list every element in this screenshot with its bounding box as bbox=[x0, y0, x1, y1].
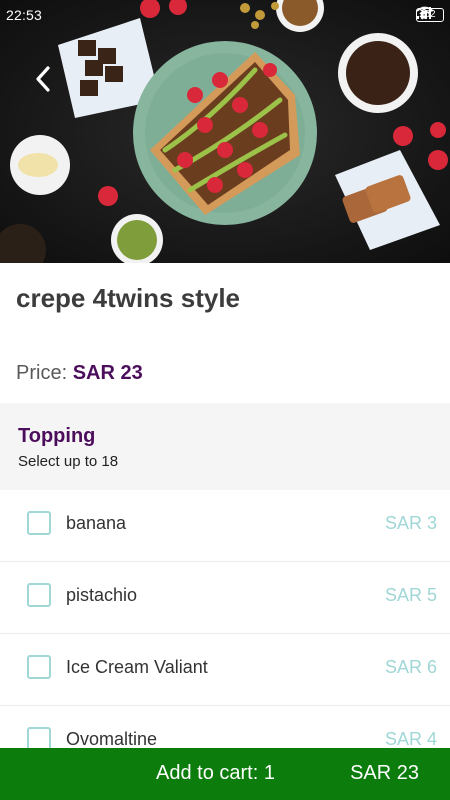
topping-option-banana[interactable]: banana SAR 3 bbox=[0, 490, 450, 562]
checkbox[interactable] bbox=[27, 655, 51, 679]
option-price: SAR 4 bbox=[384, 729, 437, 749]
cart-total: SAR 23 bbox=[350, 762, 419, 784]
checkbox[interactable] bbox=[27, 511, 51, 535]
option-name: Ovomaltine bbox=[66, 729, 158, 749]
option-name: banana bbox=[66, 513, 127, 533]
back-button[interactable] bbox=[26, 58, 66, 102]
status-icons: 62 bbox=[412, 6, 444, 24]
topping-option-ice-cream-valiant[interactable]: Ice Cream Valiant SAR 6 bbox=[0, 634, 450, 706]
option-price: SAR 5 bbox=[384, 585, 437, 605]
price-label: Price: bbox=[16, 362, 68, 384]
topping-subtitle: Select up to 18 bbox=[18, 453, 119, 470]
checkbox[interactable] bbox=[27, 583, 51, 607]
option-price: SAR 3 bbox=[384, 513, 437, 533]
option-name: Ice Cream Valiant bbox=[66, 657, 208, 677]
crepe-photo bbox=[0, 0, 450, 263]
topping-title: Topping bbox=[18, 425, 96, 447]
option-price: SAR 6 bbox=[384, 657, 437, 677]
product-image: 22:53 62 bbox=[0, 0, 450, 263]
status-bar: 22:53 62 bbox=[0, 0, 450, 30]
product-title: crepe 4twins style bbox=[16, 283, 240, 313]
topping-options-list: banana SAR 3 pistachio SAR 5 Ice Cream V… bbox=[0, 490, 450, 778]
option-name: pistachio bbox=[66, 585, 138, 605]
price-row: Price: SAR 23 bbox=[16, 362, 143, 385]
back-arrow-icon bbox=[36, 66, 50, 92]
battery-indicator: 62 bbox=[416, 8, 444, 23]
topping-section-header: Topping Select up to 18 bbox=[0, 403, 450, 490]
add-to-cart-button[interactable]: Add to cart: 1 SAR 23 bbox=[0, 748, 450, 800]
add-to-cart-label: Add to cart: 1 bbox=[156, 762, 275, 784]
status-time: 22:53 bbox=[6, 7, 43, 23]
topping-option-pistachio[interactable]: pistachio SAR 5 bbox=[0, 562, 450, 634]
price-value: SAR 23 bbox=[72, 362, 143, 384]
